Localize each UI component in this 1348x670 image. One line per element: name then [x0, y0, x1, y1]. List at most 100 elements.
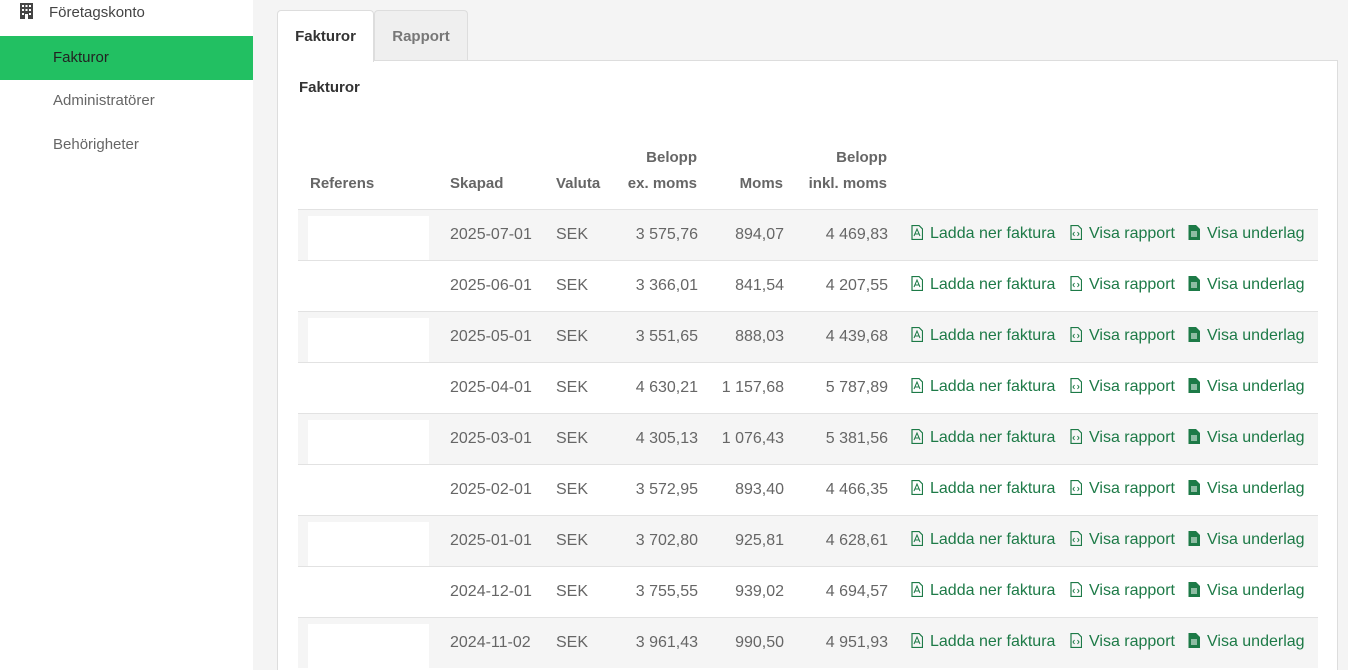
skapad-cell: 2025-02-01	[450, 481, 532, 498]
download-invoice-link[interactable]: Ladda ner faktura	[911, 378, 1055, 396]
moms-cell: 990,50	[735, 634, 784, 651]
moms-cell: 894,07	[735, 226, 784, 243]
download-invoice-link[interactable]: Ladda ner faktura	[911, 582, 1055, 600]
tab-fakturor[interactable]: Fakturor	[277, 10, 374, 62]
code-file-icon	[1070, 225, 1082, 240]
download-invoice-link[interactable]: Ladda ner faktura	[911, 429, 1055, 447]
tab-label: Rapport	[392, 28, 450, 45]
show-report-link[interactable]: Visa rapport	[1070, 582, 1175, 600]
show-underlag-link[interactable]: Visa underlag	[1188, 480, 1305, 498]
download-invoice-link[interactable]: Ladda ner faktura	[911, 633, 1055, 651]
pdf-file-icon	[911, 429, 923, 444]
table-row: 2025-04-01 SEK 4 630,21 1 157,68 5 787,8…	[298, 362, 1318, 417]
sidebar-section-header: Företagskonto	[0, 0, 253, 26]
valuta-cell: SEK	[556, 532, 589, 549]
moms-cell: 925,81	[735, 532, 784, 549]
sidebar-item-label: Fakturor	[53, 49, 109, 66]
belopp-ex-cell: 3 366,01	[635, 277, 698, 294]
download-invoice-link[interactable]: Ladda ner faktura	[911, 225, 1055, 243]
valuta-cell: SEK	[556, 481, 589, 498]
text-file-icon	[1188, 276, 1200, 291]
belopp-inkl-cell: 4 207,55	[825, 277, 888, 294]
skapad-cell: 2025-01-01	[450, 532, 532, 549]
column-header-valuta: Valuta	[556, 175, 601, 192]
link-label: Visa underlag	[1207, 378, 1305, 395]
sidebar-item-administratorer[interactable]: Administratörer	[0, 79, 253, 123]
tab-rapport[interactable]: Rapport	[374, 10, 468, 61]
text-file-icon	[1188, 480, 1200, 495]
pdf-file-icon	[911, 225, 923, 240]
show-report-link[interactable]: Visa rapport	[1070, 225, 1175, 243]
show-report-link[interactable]: Visa rapport	[1070, 480, 1175, 498]
show-underlag-link[interactable]: Visa underlag	[1188, 327, 1305, 345]
valuta-cell: SEK	[556, 583, 589, 600]
tab-label: Fakturor	[295, 28, 356, 45]
referens-cell	[308, 216, 429, 264]
link-label: Visa underlag	[1207, 633, 1305, 650]
belopp-ex-cell: 3 551,65	[635, 328, 698, 345]
belopp-inkl-cell: 4 628,61	[825, 532, 888, 549]
show-underlag-link[interactable]: Visa underlag	[1188, 276, 1305, 294]
show-report-link[interactable]: Visa rapport	[1070, 633, 1175, 651]
text-file-icon	[1188, 327, 1200, 342]
link-label: Ladda ner faktura	[930, 276, 1056, 293]
referens-cell	[308, 522, 429, 570]
show-report-link[interactable]: Visa rapport	[1070, 327, 1175, 345]
valuta-cell: SEK	[556, 226, 589, 243]
code-file-icon	[1070, 429, 1082, 444]
referens-cell	[308, 573, 429, 621]
show-report-link[interactable]: Visa rapport	[1070, 429, 1175, 447]
referens-cell	[308, 318, 429, 366]
text-file-icon	[1188, 429, 1200, 444]
belopp-inkl-cell: 4 951,93	[825, 634, 888, 651]
referens-cell	[308, 471, 429, 519]
download-invoice-link[interactable]: Ladda ner faktura	[911, 327, 1055, 345]
text-file-icon	[1188, 582, 1200, 597]
text-file-icon	[1188, 225, 1200, 240]
column-header-skapad: Skapad	[450, 175, 504, 192]
show-underlag-link[interactable]: Visa underlag	[1188, 531, 1305, 549]
link-label: Visa underlag	[1207, 531, 1305, 548]
referens-cell	[308, 624, 429, 670]
moms-cell: 888,03	[735, 328, 784, 345]
code-file-icon	[1070, 582, 1082, 597]
belopp-inkl-cell: 4 469,83	[825, 226, 888, 243]
code-file-icon	[1070, 633, 1082, 648]
link-label: Visa underlag	[1207, 480, 1305, 497]
download-invoice-link[interactable]: Ladda ner faktura	[911, 531, 1055, 549]
table-row: 2025-07-01 SEK 3 575,76 894,07 4 469,83 …	[298, 209, 1318, 264]
table-row: 2024-11-02 SEK 3 961,43 990,50 4 951,93 …	[298, 617, 1318, 670]
referens-cell	[308, 369, 429, 417]
valuta-cell: SEK	[556, 328, 589, 345]
skapad-cell: 2024-11-02	[450, 634, 531, 651]
show-underlag-link[interactable]: Visa underlag	[1188, 225, 1305, 243]
header-line: ex. moms	[627, 175, 697, 192]
download-invoice-link[interactable]: Ladda ner faktura	[911, 480, 1055, 498]
show-underlag-link[interactable]: Visa underlag	[1188, 429, 1305, 447]
show-report-link[interactable]: Visa rapport	[1070, 276, 1175, 294]
show-underlag-link[interactable]: Visa underlag	[1188, 378, 1305, 396]
download-invoice-link[interactable]: Ladda ner faktura	[911, 276, 1055, 294]
show-report-link[interactable]: Visa rapport	[1070, 378, 1175, 396]
sidebar-item-fakturor[interactable]: Fakturor	[0, 36, 253, 80]
column-header-belopp-ex: Belopp ex. moms	[628, 145, 697, 197]
show-report-link[interactable]: Visa rapport	[1070, 531, 1175, 549]
text-file-icon	[1188, 531, 1200, 546]
show-underlag-link[interactable]: Visa underlag	[1188, 582, 1305, 600]
show-underlag-link[interactable]: Visa underlag	[1188, 633, 1305, 651]
code-file-icon	[1070, 531, 1082, 546]
table-row: 2025-03-01 SEK 4 305,13 1 076,43 5 381,5…	[298, 413, 1318, 468]
belopp-inkl-cell: 5 381,56	[825, 430, 888, 447]
skapad-cell: 2024-12-01	[450, 583, 532, 600]
link-label: Visa underlag	[1207, 276, 1305, 293]
link-label: Visa rapport	[1089, 327, 1175, 344]
moms-cell: 939,02	[735, 583, 784, 600]
moms-cell: 1 157,68	[721, 379, 784, 396]
sidebar-item-label: Administratörer	[53, 92, 155, 109]
link-label: Ladda ner faktura	[930, 531, 1056, 548]
sidebar-item-behorigheter[interactable]: Behörigheter	[0, 123, 253, 167]
link-label: Visa underlag	[1207, 429, 1305, 446]
link-label: Ladda ner faktura	[930, 582, 1056, 599]
link-label: Visa rapport	[1089, 480, 1175, 497]
sidebar-item-label: Behörigheter	[53, 136, 139, 153]
